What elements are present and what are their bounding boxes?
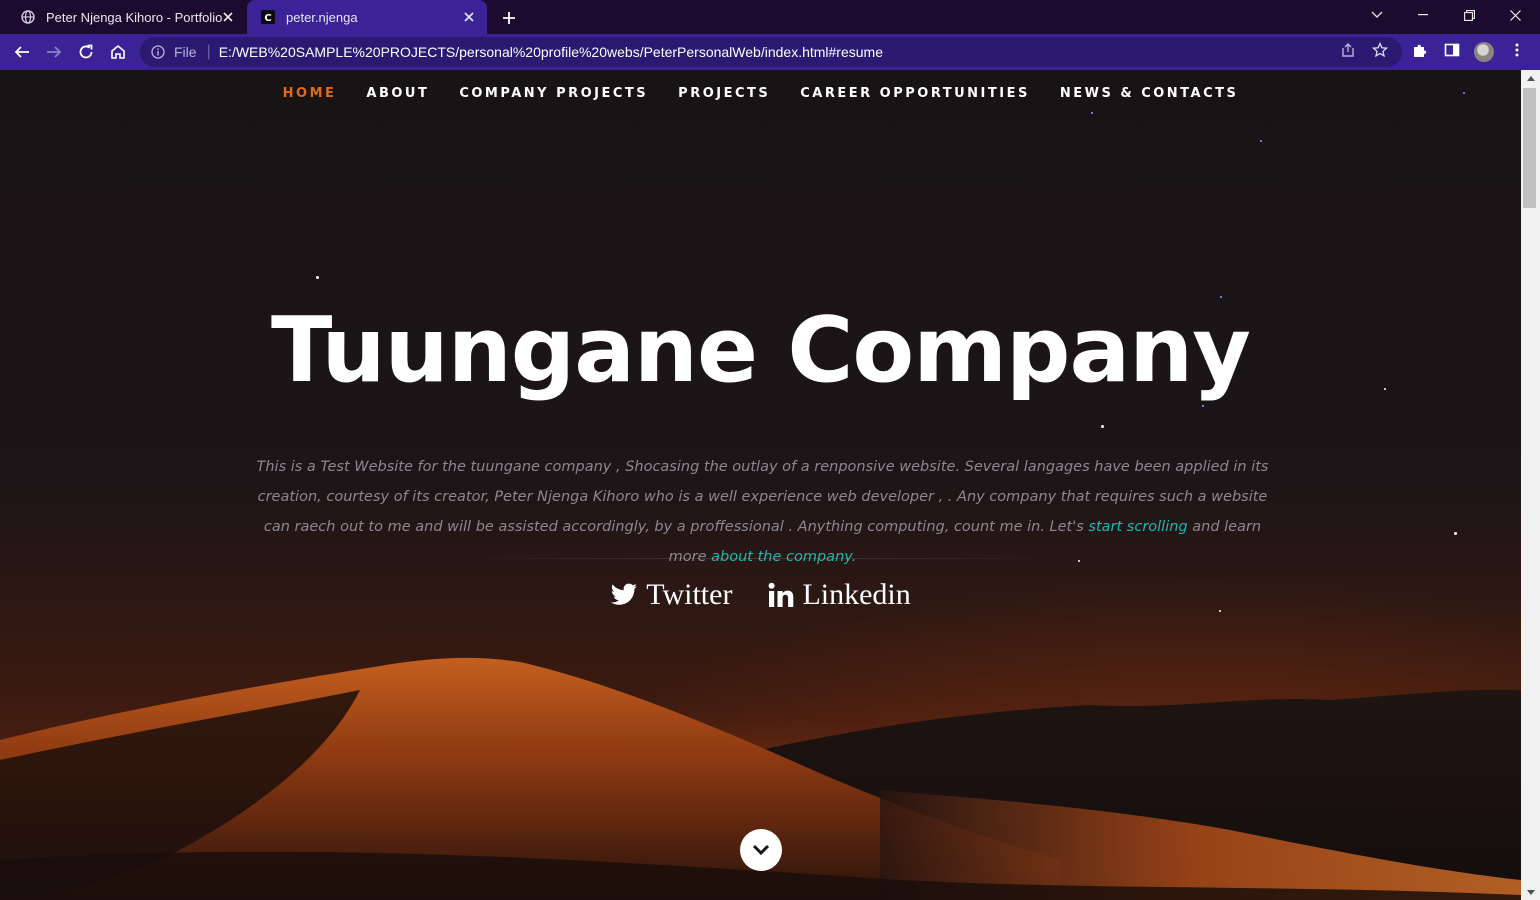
about-company-link[interactable]: about the company [711,549,852,565]
nav-home[interactable]: HOME [283,86,337,101]
hero-divider [460,558,1060,559]
arrow-left-icon [14,46,29,58]
restore-icon [1463,9,1475,21]
linkedin-icon [768,582,794,608]
c-logo-icon: C [260,9,276,25]
home-button[interactable] [104,38,132,66]
tab-title: Peter Njenga Kihoro - Portfolio [46,9,223,25]
close-window-button[interactable] [1492,0,1538,30]
page-scrollbar[interactable] [1521,70,1540,900]
star-dot [316,276,319,279]
home-icon [111,44,125,59]
browser-tab-portfolio[interactable]: Peter Njenga Kihoro - Portfolio [0,0,246,34]
browser-toolbar: File | E:/WEB%20SAMPLE%20PROJECTS/person… [0,34,1540,70]
tab-title: peter.njenga [286,9,358,25]
close-icon [1509,9,1521,21]
scrollbar-thumb[interactable] [1523,88,1536,208]
social-links: Twitter Linkedin [0,578,1521,612]
globe-icon [20,9,36,25]
chevron-down-icon [752,844,770,856]
scroll-down-arrow-icon[interactable] [1521,884,1540,900]
plus-icon [503,12,515,24]
linkedin-link[interactable]: Linkedin [768,578,911,612]
start-scrolling-link[interactable]: start scrolling [1088,519,1187,535]
puzzle-icon [1414,44,1427,57]
scroll-down-button[interactable] [740,829,782,871]
svg-text:C: C [264,13,271,24]
star-dot [1454,532,1457,535]
profile-avatar[interactable] [1474,42,1494,62]
hero-description: This is a Test Website for the tuungane … [250,452,1275,572]
browser-tab-strip: Peter Njenga Kihoro - Portfolio C peter.… [0,0,1540,34]
new-tab-button[interactable] [498,7,520,29]
share-icon [1342,43,1354,57]
twitter-label: Twitter [646,578,733,611]
reload-button[interactable] [72,38,100,66]
nav-career-opportunities[interactable]: CAREER OPPORTUNITIES [800,86,1030,101]
kebab-menu-icon [1515,43,1519,57]
scheme-label: File [174,44,197,60]
star-dot [1202,405,1204,407]
minimize-button[interactable] [1400,0,1446,30]
address-separator: | [206,43,211,60]
web-page-hero: HOME ABOUT COMPANY PROJECTS PROJECTS CAR… [0,70,1521,900]
tab-close-icon[interactable] [461,9,477,25]
nav-projects[interactable]: PROJECTS [678,86,770,101]
reload-icon [79,44,93,59]
site-nav: HOME ABOUT COMPANY PROJECTS PROJECTS CAR… [0,86,1521,101]
hero-description-end: . [851,549,857,565]
tab-close-icon[interactable] [220,9,236,25]
info-icon[interactable] [150,44,166,60]
back-button[interactable] [8,38,36,66]
star-dot [1101,425,1104,428]
hero-title: Tuungane Company [271,298,1251,403]
linkedin-label: Linkedin [802,578,911,611]
star-dot [1091,112,1093,114]
twitter-icon [610,583,638,607]
minimize-icon [1418,14,1428,16]
address-bar[interactable]: File | E:/WEB%20SAMPLE%20PROJECTS/person… [140,37,1402,67]
side-panel-icon [1444,43,1460,57]
extensions-button[interactable] [1411,41,1429,59]
browser-menu-button[interactable] [1508,41,1526,59]
side-panel-button[interactable] [1443,41,1461,59]
scroll-up-arrow-icon[interactable] [1521,70,1540,86]
nav-company-projects[interactable]: COMPANY PROJECTS [459,86,648,101]
forward-button[interactable] [40,38,68,66]
url-text[interactable]: E:/WEB%20SAMPLE%20PROJECTS/personal%20pr… [219,44,883,60]
tab-search-button[interactable] [1354,0,1400,30]
chevron-down-icon [1371,11,1383,18]
nav-news-contacts[interactable]: NEWS & CONTACTS [1060,86,1239,101]
restore-button[interactable] [1446,0,1492,30]
bookmark-button[interactable] [1371,41,1389,59]
arrow-right-icon [47,46,62,58]
star-dot [1260,140,1262,142]
twitter-link[interactable]: Twitter [610,578,732,612]
browser-tab-peter-njenga[interactable]: C peter.njenga [247,0,487,34]
share-button[interactable] [1339,41,1357,59]
star-icon [1372,42,1388,58]
nav-about[interactable]: ABOUT [366,86,429,101]
